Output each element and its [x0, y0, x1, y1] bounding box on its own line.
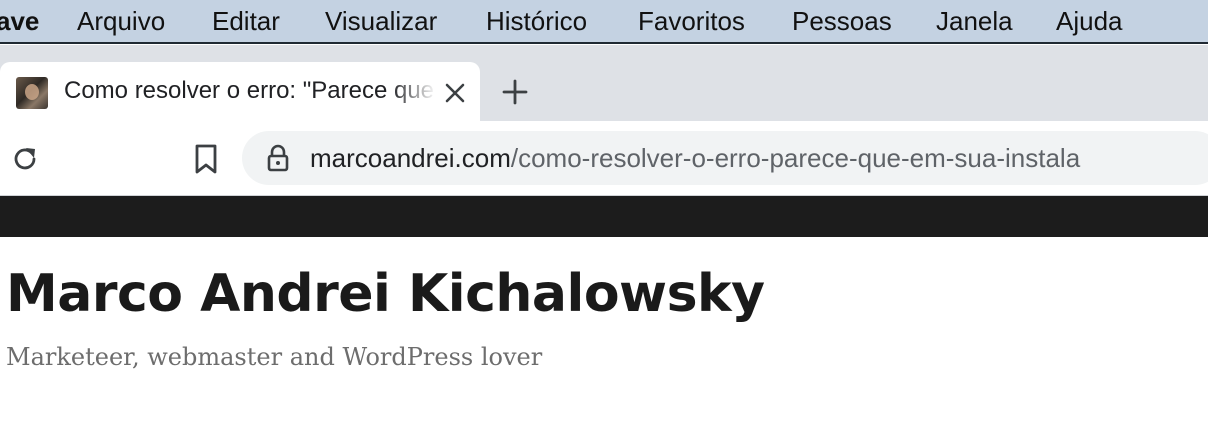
close-tab-icon[interactable]: [442, 80, 468, 106]
menu-pessoas[interactable]: Pessoas: [792, 6, 892, 36]
url-host: marcoandrei.com: [310, 143, 511, 173]
site-favicon-icon: [16, 77, 48, 109]
menu-arquivo[interactable]: Arquivo: [77, 6, 165, 36]
site-tagline: Marketeer, webmaster and WordPress lover: [6, 343, 543, 371]
macos-menu-bar: ave Arquivo Editar Visualizar Histórico …: [0, 0, 1208, 44]
menu-ajuda[interactable]: Ajuda: [1056, 6, 1123, 36]
browser-tab-strip: Como resolver o erro: "Parece que em sua…: [0, 45, 1208, 121]
browser-toolbar: marcoandrei.com/como-resolver-o-erro-par…: [0, 121, 1208, 196]
url-path: /como-resolver-o-erro-parece-que-em-sua-…: [510, 143, 1081, 173]
url-text[interactable]: marcoandrei.com/como-resolver-o-erro-par…: [310, 143, 1080, 173]
browser-tab-active[interactable]: Como resolver o erro: "Parece que em sua…: [0, 62, 480, 121]
menu-favoritos[interactable]: Favoritos: [638, 6, 745, 36]
site-header-bar: [0, 196, 1208, 237]
bookmark-icon[interactable]: [192, 143, 220, 175]
reload-icon[interactable]: [10, 144, 40, 174]
site-title[interactable]: Marco Andrei Kichalowsky: [6, 262, 765, 326]
menu-app-name[interactable]: ave: [0, 6, 39, 36]
address-bar[interactable]: marcoandrei.com/como-resolver-o-erro-par…: [242, 131, 1208, 185]
menu-historico[interactable]: Histórico: [486, 6, 587, 36]
menu-janela[interactable]: Janela: [936, 6, 1013, 36]
menu-editar[interactable]: Editar: [212, 6, 280, 36]
tab-title: Como resolver o erro: "Parece que em sua…: [64, 77, 436, 104]
new-tab-plus-icon[interactable]: [500, 77, 530, 107]
menu-visualizar[interactable]: Visualizar: [325, 6, 437, 36]
lock-icon[interactable]: [266, 144, 290, 172]
